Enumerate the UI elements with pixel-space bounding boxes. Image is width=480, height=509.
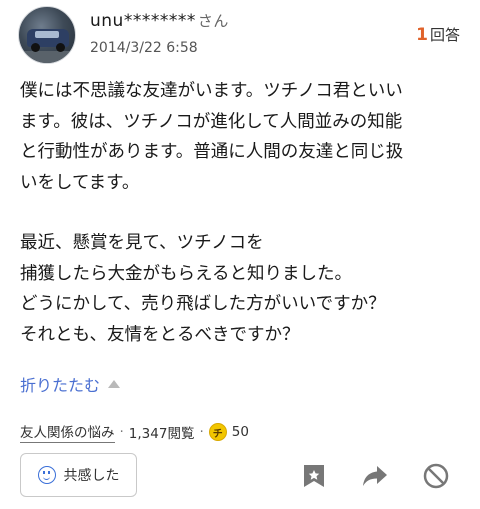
coin-icon: チ [208,423,227,441]
block-icon [423,463,449,489]
avatar[interactable] [18,6,76,64]
bookmark-button[interactable] [300,462,328,490]
collapse-link[interactable]: 折りたたむ [20,372,121,396]
category-link[interactable]: 友人関係の悩み [20,421,115,443]
body-blank-line [20,198,465,228]
username-text: unu******** [90,11,196,31]
separator-dot: · [199,424,204,440]
body-line: 捕獲したら大金がもらえると知りました。 [20,263,352,284]
view-count: 1,347閲覧 [128,426,195,442]
separator-dot: · [119,424,124,440]
share-button[interactable] [361,462,389,490]
body-line: どうにかして、売り飛ばした方がいいですか？ [20,294,386,314]
question-meta: 友人関係の悩み · 1,347閲覧 · チ 50 [20,421,249,443]
username-suffix: さん [197,12,229,30]
share-icon [363,466,387,486]
block-button[interactable] [422,462,450,490]
bookmark-icon [304,465,324,487]
answer-count-label: 回答 [429,26,460,44]
question-header: unu******** さん 2014/3/22 6:58 1 回答 [0,0,480,70]
triangle-up-icon [108,380,121,388]
body-line: 僕には不思議な友達がいます。ツチノコ君といい [20,81,403,101]
answer-count-number: 1 [416,25,428,45]
username[interactable]: unu******** さん [90,10,229,31]
question-body: 僕には不思議な友達がいます。ツチノコ君といい ます。彼は、ツチノコが進化して人間… [20,76,465,350]
body-line: ます。彼は、ツチノコが進化して人間並みの知能 [20,111,403,132]
empathy-button[interactable]: 共感した [20,453,137,497]
smile-icon [37,466,56,484]
body-line: いをしてます。 [20,172,140,193]
empathy-label: 共感した [63,468,120,484]
body-line: 最近、懸賞を見て、ツチノコを [20,233,264,253]
body-line: それとも、友情をとるべきですか？ [20,324,300,345]
post-date: 2014/3/22 6:58 [90,40,198,56]
collapse-label: 折りたたむ [20,376,101,395]
answer-count[interactable]: 1 回答 [416,24,460,45]
body-line: と行動性があります。普通に人間の友達と同じ扱 [20,142,404,162]
coin-count: 50 [231,424,249,440]
